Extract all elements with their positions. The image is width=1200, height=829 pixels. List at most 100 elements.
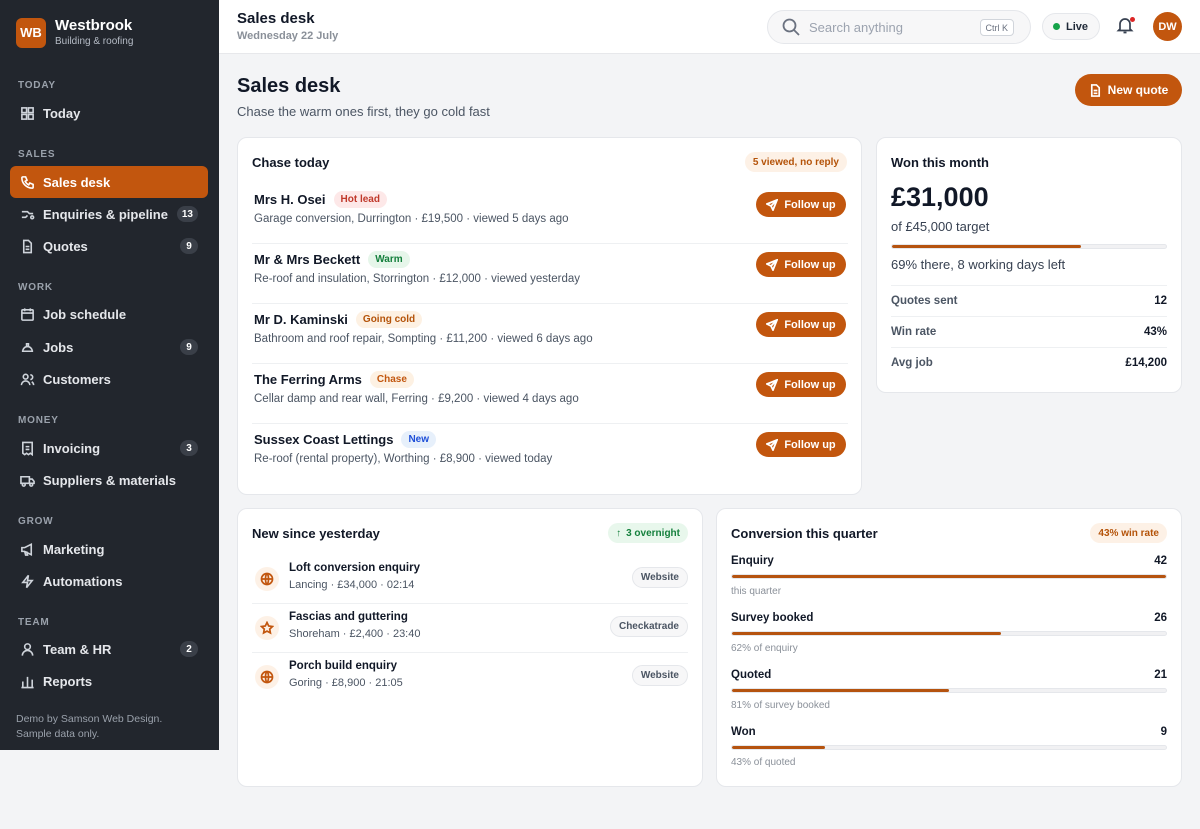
receipt-icon (19, 440, 35, 456)
card-title: New since yesterday (252, 526, 380, 541)
notifications-button[interactable] (1116, 16, 1136, 36)
stage-fill (732, 746, 825, 749)
lead-detail: Goring · £8,900 · 21:05 (289, 677, 403, 689)
stat-row: Avg job £14,200 (891, 347, 1167, 378)
document-icon (19, 238, 35, 254)
lead-detail: Lancing · £34,000 · 02:14 (289, 579, 415, 591)
sidebar-item-label: Invoicing (43, 440, 101, 456)
status-badge: ↑ 3 overnight (608, 523, 688, 543)
sidebar-item-label: Suppliers & materials (43, 472, 176, 488)
document-icon (1090, 83, 1100, 97)
sidebar-item-label: Automations (43, 573, 123, 589)
stat-label: Quotes sent (891, 295, 958, 307)
brand-logo: WB (16, 17, 46, 48)
follow-up-label: Follow up (784, 378, 836, 391)
stage-sub: this quarter (731, 586, 782, 597)
follow-up-button[interactable]: Follow up (756, 252, 846, 277)
won-this-month-card: Won this month £31,000 of £45,000 target… (876, 137, 1182, 393)
lead-detail: Cellar damp and rear wall, Ferring · £9,… (254, 393, 579, 405)
sidebar-item-label: Marketing (43, 541, 105, 557)
search-icon (781, 17, 801, 37)
sidebar-item-invoicing[interactable]: Invoicing 3 (10, 432, 208, 464)
send-icon (766, 438, 779, 451)
nav-count-badge: 9 (180, 339, 198, 355)
lead-name: Mr & Mrs Beckett (254, 252, 361, 267)
stage-fill (732, 632, 1002, 635)
sidebar-item-sales-desk[interactable]: Sales desk (10, 166, 208, 198)
conversion-card: Conversion this quarter 43% win rate Enq… (716, 508, 1182, 787)
arrow-up-icon: ↑ (616, 527, 622, 539)
bell-icon (1116, 18, 1134, 38)
user-icon (19, 641, 35, 657)
brand[interactable]: WB Westbrook Building & roofing (16, 17, 133, 48)
sidebar-item-jobs[interactable]: Jobs 9 (10, 331, 208, 363)
status-badge: 5 viewed, no reply (744, 152, 847, 172)
progress-note: 69% there, 8 working days left (891, 257, 1066, 272)
lead-detail: Bathroom and roof repair, Sompting · £11… (254, 333, 593, 345)
list-item[interactable]: Loft conversion enquiry Lancing · £34,00… (252, 555, 688, 604)
stat-value: 43% (1143, 326, 1167, 338)
stage-label: Quoted (731, 669, 772, 681)
new-quote-button[interactable]: New quote (1075, 74, 1182, 106)
stage-fill (732, 575, 1166, 578)
stage-fill (732, 689, 949, 692)
sidebar-item-reports[interactable]: Reports (10, 665, 208, 697)
list-item: The Ferring Arms Chase Cellar damp and re… (252, 364, 848, 424)
send-icon (766, 318, 779, 331)
sidebar-item-label: Team & HR (43, 641, 112, 657)
lead-detail: Re-roof and insulation, Storrington · £1… (254, 273, 581, 285)
search-input[interactable] (809, 19, 979, 35)
send-icon (766, 378, 779, 391)
grid-icon (19, 105, 35, 121)
won-amount: £31,000 (891, 182, 989, 212)
stage-sub: 43% of quoted (731, 757, 796, 768)
users-icon (19, 371, 35, 387)
nav-section-work: WORK (18, 282, 53, 293)
sidebar-item-team-hr[interactable]: Team & HR 2 (10, 633, 208, 665)
brand-name: Westbrook (55, 17, 133, 34)
stage-label: Survey booked (731, 612, 814, 624)
page-subtitle: Chase the warm ones first, they go cold … (237, 104, 490, 119)
send-icon (766, 258, 779, 271)
stat-row: Win rate 43% (891, 316, 1167, 347)
topbar-title: Sales desk (237, 10, 315, 27)
star-icon (255, 616, 279, 640)
sidebar-item-suppliers[interactable]: Suppliers & materials (10, 464, 208, 496)
stat-label: Avg job (891, 357, 933, 369)
brand-subtitle: Building & roofing (55, 36, 134, 47)
follow-up-label: Follow up (784, 258, 836, 271)
sidebar-item-quotes[interactable]: Quotes 9 (10, 230, 208, 262)
sidebar-item-today[interactable]: Today (10, 97, 208, 129)
list-item[interactable]: Porch build enquiry Goring · £8,900 · 21… (252, 653, 688, 702)
hard-hat-icon (19, 339, 35, 355)
follow-up-button[interactable]: Follow up (756, 312, 846, 337)
sidebar-item-automations[interactable]: Automations (10, 565, 208, 597)
follow-up-button[interactable]: Follow up (756, 432, 846, 457)
megaphone-icon (19, 541, 35, 557)
list-item: Sussex Coast Lettings New Re-roof (rental… (252, 424, 848, 484)
list-item[interactable]: Fascias and guttering Shoreham · £2,400 … (252, 604, 688, 653)
page-title: Sales desk (237, 75, 341, 97)
stage-bar (731, 745, 1167, 750)
sidebar-item-marketing[interactable]: Marketing (10, 533, 208, 565)
sidebar-item-enquiries[interactable]: Enquiries & pipeline 13 (10, 198, 208, 230)
sidebar-item-label: Quotes (43, 238, 88, 254)
search-box[interactable]: Ctrl K (767, 10, 1031, 44)
live-status[interactable]: Live (1042, 13, 1101, 40)
stat-value: 12 (1154, 295, 1167, 307)
lead-name: Sussex Coast Lettings (254, 432, 394, 447)
status-tag: Hot lead (333, 191, 387, 209)
sidebar-item-job-schedule[interactable]: Job schedule (10, 298, 208, 330)
nav-count-badge: 13 (176, 206, 198, 222)
follow-up-button[interactable]: Follow up (756, 192, 846, 217)
follow-up-button[interactable]: Follow up (756, 372, 846, 397)
source-badge: Website (631, 665, 688, 686)
avatar[interactable]: DW (1153, 12, 1182, 41)
sidebar-item-customers[interactable]: Customers (10, 363, 208, 395)
stat-label: Win rate (891, 326, 937, 338)
live-dot (1053, 23, 1060, 30)
sidebar-item-label: Reports (43, 673, 93, 689)
stat-row: Quotes sent 12 (891, 285, 1167, 316)
stage-bar (731, 631, 1167, 636)
sidebar: WB Westbrook Building & roofing TODAY To… (0, 0, 219, 750)
